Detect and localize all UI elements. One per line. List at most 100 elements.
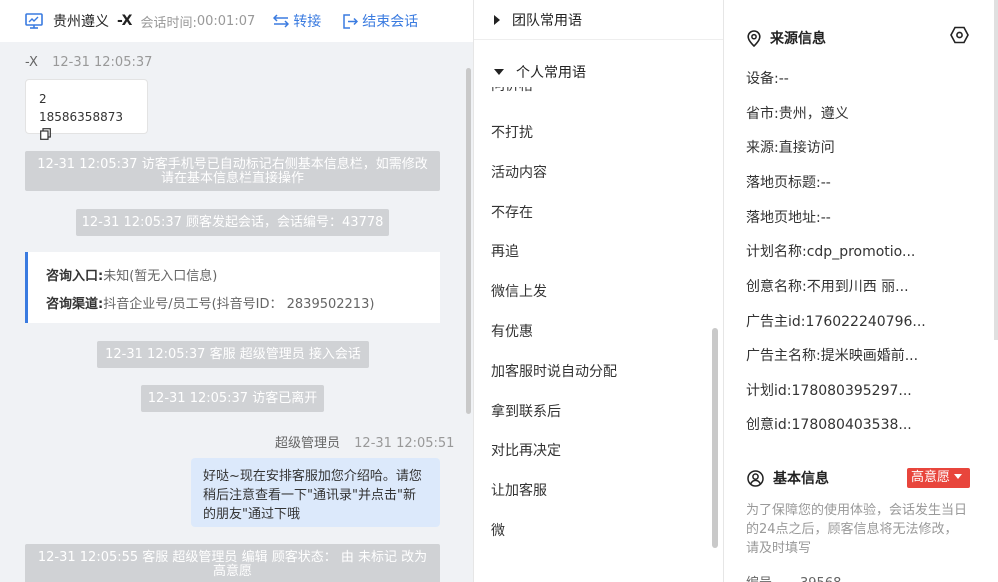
chat-panel: 贵州遵义 -X 会话时间: 00:01:07 转接 结束会话 -X 12-31 …	[0, 0, 473, 582]
phrase-item[interactable]: 不打扰	[491, 122, 533, 142]
caret-down-icon	[494, 69, 504, 75]
consult-info-card: 咨询入口:未知(暂无入口信息) 咨询渠道:抖音企业号/员工号(抖音号ID： 28…	[25, 252, 440, 323]
phrase-item[interactable]: 微信上发	[491, 281, 547, 301]
transfer-icon	[273, 14, 290, 28]
source-row-plan-id: 计划id:178080395297...	[746, 380, 912, 400]
phrase-item[interactable]: 加客服时说自动分配	[491, 361, 617, 381]
intent-status-label: 高意愿	[911, 470, 951, 485]
row-value: --	[778, 71, 789, 87]
agent-msg-time: 12-31 12:05:51	[354, 436, 455, 451]
customer-number-row: 编号 39568	[746, 572, 841, 582]
visitor-info-panel: 来源信息 设备:-- 省市:贵州，遵义 来源:直接访问 落地页标题:-- 落地页…	[724, 0, 998, 582]
phrases-scrollbar[interactable]	[712, 328, 718, 548]
row-value: 不用到川西 丽...	[806, 279, 909, 295]
system-message: 12-31 12:05:37 客服 超级管理员 接入会话	[97, 341, 369, 368]
source-row-city: 省市:贵州，遵义	[746, 103, 849, 123]
end-session-button[interactable]: 结束会话	[343, 11, 418, 31]
team-phrases-label: 团队常用语	[512, 12, 582, 29]
row-key: 计划名称:	[746, 244, 807, 260]
settings-hex-icon[interactable]	[950, 26, 969, 44]
phrase-item[interactable]: 让加客服	[491, 480, 547, 500]
consult-entry-value: 未知(暂无入口信息)	[103, 269, 218, 284]
phrase-item[interactable]: 活动内容	[491, 162, 547, 182]
source-row-landing-title: 落地页标题:--	[746, 172, 831, 192]
basic-info-title: 基本信息	[747, 468, 829, 488]
caret-down-icon	[954, 474, 963, 479]
system-message: 12-31 12:05:37 顾客发起会话，会话编号：43778	[76, 209, 389, 236]
session-time-label: 会话时间:	[140, 15, 197, 31]
agent-msg-sender: 超级管理员	[275, 436, 341, 451]
visitor-location: 贵州遵义	[53, 14, 109, 30]
system-message: 12-31 12:05:37 访客手机号已自动标记右侧基本信息栏，如需修改请在基…	[25, 151, 440, 191]
source-row-creative-name: 创意名称:不用到川西 丽...	[746, 276, 909, 296]
edit-notice: 为了保障您的使用体验，会话发生当日的24点之后，顾客信息将无法修改，请及时填写	[746, 503, 968, 556]
visitor-msg-line1: 2	[39, 92, 47, 106]
basic-info-label: 基本信息	[773, 471, 829, 487]
customer-number-value: 39568	[800, 576, 841, 582]
personal-phrases-label: 个人常用语	[516, 65, 586, 81]
source-row-advertiser-id: 广告主id:176022240796...	[746, 311, 926, 331]
chat-header: 贵州遵义 -X 会话时间: 00:01:07 转接 结束会话	[0, 0, 473, 42]
caret-right-icon	[494, 14, 500, 25]
row-value: 178080403538...	[791, 417, 912, 433]
consult-entry-label: 咨询入口:	[46, 269, 104, 284]
phrase-item[interactable]: 微	[491, 520, 505, 540]
personal-phrases-group[interactable]: 个人常用语	[474, 57, 723, 87]
intent-status-dropdown[interactable]: 高意愿	[907, 468, 970, 488]
consult-entry-row: 咨询入口:未知(暂无入口信息)	[46, 263, 440, 291]
chat-messages[interactable]: -X 12-31 12:05:37 2 18586358873 12-31 12…	[0, 42, 464, 582]
copy-icon[interactable]	[40, 128, 51, 140]
quick-replies-panel: 问价格 不打扰 活动内容 不存在 再追 微信上发 有优惠 加客服时说自动分配 拿…	[473, 0, 724, 582]
agent-msg-bubble: 好哒~现在安排客服加您介绍哈。请您稍后注意查看一下"通讯录"并点击"新的朋友"通…	[191, 458, 440, 527]
team-phrases-group[interactable]: 团队常用语	[474, 0, 723, 40]
consult-channel-row: 咨询渠道:抖音企业号/员工号(抖音号ID： 2839502213)	[46, 291, 440, 319]
chat-scrollbar[interactable]	[466, 68, 471, 414]
source-row-landing-url: 落地页地址:--	[746, 207, 831, 227]
source-row-device: 设备:--	[746, 68, 789, 88]
row-value: 176022240796...	[805, 314, 926, 330]
visitor-msg-meta: -X 12-31 12:05:37	[25, 55, 152, 70]
exit-icon	[343, 13, 359, 29]
system-message: 12-31 12:05:37 访客已离开	[141, 385, 324, 412]
source-row-advertiser-name: 广告主名称:提米映画婚前...	[746, 345, 918, 365]
agent-msg-meta: 超级管理员 12-31 12:05:51	[275, 432, 454, 451]
row-key: 落地页地址:	[746, 210, 821, 226]
transfer-label: 转接	[293, 14, 322, 30]
source-row-creative-id: 创意id:178080403538...	[746, 414, 912, 434]
row-key: 创意名称:	[746, 279, 807, 295]
phrase-item[interactable]: 不存在	[491, 202, 533, 222]
row-key: 广告主名称:	[746, 348, 821, 364]
customer-number-label: 编号	[746, 576, 772, 582]
visitor-msg-line2: 18586358873	[39, 110, 123, 124]
phrase-item[interactable]: 再追	[491, 241, 519, 261]
visitor-msg-bubble: 2 18586358873	[25, 79, 148, 140]
phrase-item[interactable]: 拿到联系后	[491, 401, 561, 421]
system-message: 12-31 12:05:55 客服 超级管理员 编辑 顾客状态： 由 未标记 改…	[25, 544, 440, 582]
user-circle-icon	[747, 469, 764, 487]
session-time-value: 00:01:07	[196, 13, 256, 29]
visitor-msg-sender: -X	[25, 55, 38, 70]
end-session-label: 结束会话	[362, 14, 419, 30]
row-key: 设备:	[746, 71, 779, 87]
source-info-label: 来源信息	[770, 31, 826, 47]
phrase-item[interactable]: 对比再决定	[491, 440, 561, 460]
source-info-title: 来源信息	[747, 28, 826, 48]
source-row-origin: 来源:直接访问	[746, 137, 835, 157]
row-value: --	[820, 210, 831, 226]
source-row-plan-name: 计划名称:cdp_promotio...	[746, 241, 915, 261]
location-pin-icon	[747, 29, 761, 47]
visitor-msg-phone: 18586358873	[39, 108, 134, 144]
row-key: 广告主id:	[746, 314, 806, 330]
info-scrollbar[interactable]	[994, 0, 998, 340]
phrase-item[interactable]: 有优惠	[491, 321, 533, 341]
row-key: 落地页标题:	[746, 175, 821, 191]
row-value: 直接访问	[778, 140, 835, 156]
visitor-msg-time: 12-31 12:05:37	[52, 55, 153, 70]
row-value: cdp_promotio...	[806, 244, 916, 260]
row-key: 计划id:	[746, 383, 792, 399]
row-key: 创意id:	[746, 417, 792, 433]
row-key: 来源:	[746, 140, 779, 156]
transfer-button[interactable]: 转接	[273, 11, 321, 31]
consult-channel-label: 咨询渠道:	[46, 297, 104, 312]
row-value: 提米映画婚前...	[820, 348, 919, 364]
